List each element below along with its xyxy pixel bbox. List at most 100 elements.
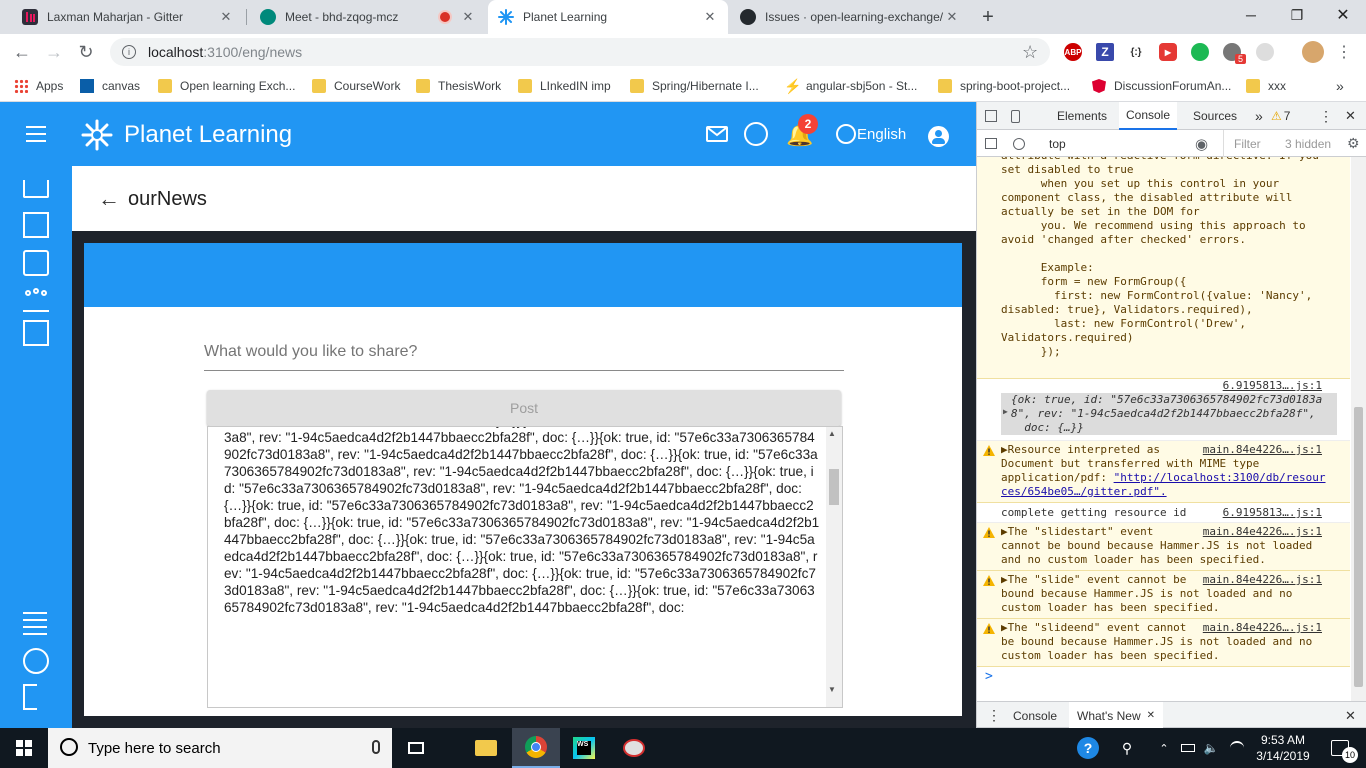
hidden-count[interactable]: 3 hidden [1285, 130, 1331, 157]
json-extension-icon[interactable]: {:} [1127, 43, 1145, 61]
adblock-icon[interactable]: ABP [1064, 43, 1082, 61]
maximize-button[interactable]: ❐ [1274, 0, 1320, 30]
surveys-icon[interactable] [23, 610, 49, 636]
menu-icon[interactable] [26, 126, 46, 142]
bookmark-stackblitz[interactable]: ⚡ angular-sbj5on - St... [784, 77, 917, 95]
bookmark-folder[interactable]: LInkedIN imp [518, 77, 611, 95]
close-tab-icon[interactable]: ✕ [944, 9, 960, 25]
message-source[interactable]: 6.9195813….js:1 [1223, 506, 1322, 519]
bookmark-folder[interactable]: CourseWork [312, 77, 400, 95]
close-tab-icon[interactable]: ✕ [218, 9, 234, 25]
bookmark-canvas[interactable]: canvas [80, 77, 140, 95]
start-icon[interactable] [0, 728, 48, 768]
close-icon[interactable]: ✕ [1147, 710, 1155, 721]
news-textarea[interactable]: 9409aedca4d2f2b1447bbaecc2bfa28f", doc: … [207, 426, 843, 708]
courses-icon[interactable] [23, 250, 49, 276]
chevron-up-icon[interactable]: ⌃ [1154, 728, 1174, 768]
enterprises-icon[interactable] [23, 320, 49, 346]
paint-icon[interactable] [610, 728, 658, 768]
clock[interactable]: 9:53 AM 3/14/2019 [1254, 732, 1312, 764]
info-icon[interactable]: i [122, 45, 136, 59]
bookmark-angular[interactable]: DiscussionForumAn... [1092, 77, 1231, 95]
minimize-button[interactable]: ─ [1228, 0, 1274, 30]
inspect-element-icon[interactable] [985, 102, 1001, 130]
chrome-taskbar-icon[interactable] [512, 728, 560, 768]
drawer-tab-console[interactable]: Console [1013, 702, 1057, 729]
context-selector[interactable]: top [1049, 130, 1066, 157]
textarea-scrollbar[interactable]: ▲ ▼ [826, 427, 842, 707]
mail-icon[interactable] [706, 126, 728, 142]
console-prompt[interactable]: > [985, 669, 993, 684]
more-tabs-icon[interactable]: » [1255, 102, 1263, 130]
wifi-icon[interactable] [1226, 728, 1248, 768]
battery-icon[interactable] [1178, 728, 1198, 768]
back-arrow-icon[interactable]: ← [98, 186, 120, 212]
back-icon[interactable]: ← [10, 40, 34, 64]
clear-console-icon[interactable] [1013, 130, 1025, 157]
grey-extension-icon[interactable] [1256, 43, 1274, 61]
teams-icon[interactable] [23, 286, 49, 312]
microphone-icon[interactable] [372, 740, 380, 754]
reload-icon[interactable]: ↻ [74, 40, 98, 64]
tab-sources[interactable]: Sources [1193, 102, 1237, 130]
devtools-menu-icon[interactable]: ⋮ [1319, 102, 1333, 130]
tab-gitter[interactable]: Laxman Maharjan - Gitter ✕ [12, 0, 244, 34]
bookmark-apps[interactable]: Apps [14, 77, 63, 95]
people-icon[interactable]: ⚲ [1112, 728, 1142, 768]
bookmark-folder[interactable]: Spring/Hibernate I... [630, 77, 759, 95]
tab-elements[interactable]: Elements [1057, 102, 1107, 130]
close-drawer-icon[interactable]: ✕ [1345, 702, 1356, 729]
more-bookmarks-icon[interactable]: » [1336, 77, 1344, 95]
bookmark-folder[interactable]: ThesisWork [416, 77, 501, 95]
bookmark-folder[interactable]: xxx [1246, 77, 1286, 95]
home-icon[interactable] [23, 180, 49, 198]
tab-planet-learning[interactable]: Planet Learning ✕ [488, 0, 728, 34]
message-text[interactable]: {ok: true, id: "57e6c33a7306365784902fc7… [1011, 393, 1322, 435]
tab-console[interactable]: Console [1119, 102, 1177, 130]
close-tab-icon[interactable]: ✕ [702, 9, 718, 25]
task-view-icon[interactable] [392, 728, 440, 768]
drawer-menu-icon[interactable]: ⋮ [987, 702, 1001, 729]
logout-icon[interactable] [23, 684, 37, 710]
green-extension-icon[interactable] [1191, 43, 1209, 61]
feedback-icon[interactable] [744, 122, 768, 146]
drawer-tab-whats-new[interactable]: What's New ✕ [1069, 702, 1164, 729]
avatar[interactable] [1302, 41, 1324, 63]
menu-kebab-icon[interactable]: ⋮ [1336, 42, 1352, 62]
tab-meet[interactable]: Meet - bhd-zqog-mcz ✕ [250, 0, 486, 34]
z-extension-icon[interactable]: Z [1096, 43, 1114, 61]
tab-github[interactable]: Issues · open-learning-exchange/ ✕ [730, 0, 970, 34]
eye-icon[interactable]: ◉ [1195, 130, 1208, 157]
webstorm-icon[interactable]: WS [560, 728, 608, 768]
globe-icon[interactable] [836, 124, 856, 144]
filter-input[interactable]: Filter [1223, 130, 1273, 157]
sync-icon[interactable] [23, 648, 49, 674]
warning-counter[interactable]: ⚠ 7 [1271, 102, 1290, 130]
share-input[interactable]: What would you like to share? [204, 333, 844, 371]
file-explorer-icon[interactable] [462, 728, 510, 768]
bookmark-folder[interactable]: Open learning Exch... [158, 77, 295, 95]
action-center-icon[interactable]: 10 [1320, 728, 1360, 768]
expand-arrow-icon[interactable]: ▶ [1003, 407, 1008, 416]
bookmark-star-icon[interactable]: ☆ [1022, 42, 1038, 63]
show-sidebar-icon[interactable] [985, 130, 997, 157]
forward-icon[interactable]: → [42, 40, 66, 64]
post-button[interactable]: Post [207, 390, 841, 426]
close-tab-icon[interactable]: ✕ [460, 9, 476, 25]
library-icon[interactable] [23, 212, 49, 238]
account-icon[interactable] [928, 126, 949, 147]
console-scrollbar[interactable] [1351, 157, 1366, 701]
close-window-button[interactable]: ✕ [1320, 0, 1366, 30]
taskbar-search[interactable]: Type here to search [48, 728, 392, 768]
close-devtools-icon[interactable]: ✕ [1345, 102, 1356, 130]
console-settings-icon[interactable]: ⚙ [1347, 130, 1360, 157]
bookmark-folder[interactable]: spring-boot-project... [938, 77, 1070, 95]
video-extension-icon[interactable]: ▶ [1159, 43, 1177, 61]
device-toolbar-icon[interactable] [1011, 102, 1027, 130]
help-icon[interactable]: ? [1070, 728, 1106, 768]
message-source[interactable]: 6.9195813….js:1 [1223, 379, 1322, 392]
language-selector[interactable]: English [857, 126, 906, 143]
url-input[interactable]: i localhost:3100/eng/news [110, 38, 1050, 66]
volume-icon[interactable]: 🔈 [1200, 728, 1222, 768]
new-tab-button[interactable]: + [976, 5, 1000, 29]
